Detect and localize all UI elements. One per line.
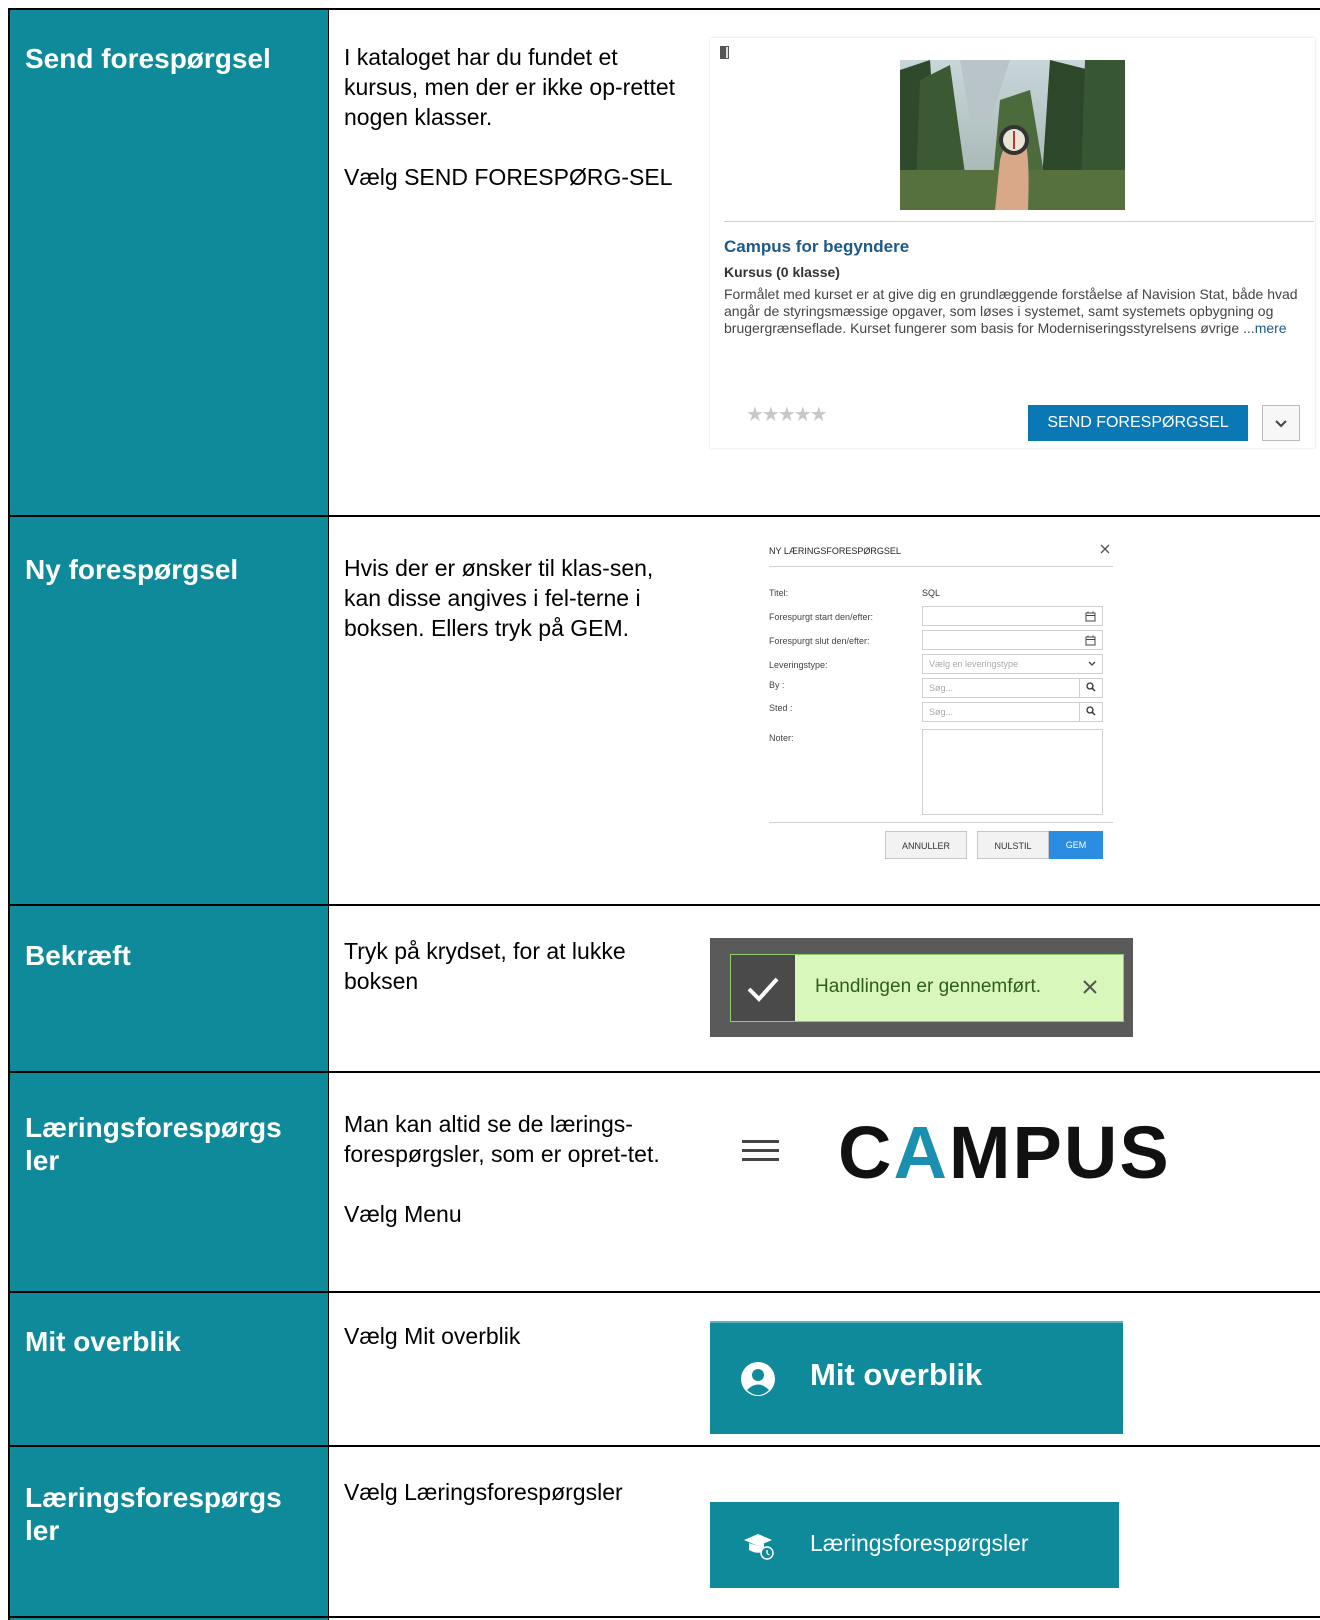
- graduation-cap-icon: [744, 1534, 774, 1560]
- course-description-text: Formålet med kurset er at give dig en gr…: [724, 286, 1298, 336]
- row-instruction: Vælg Mit overblik: [344, 1323, 521, 1349]
- row-instruction: Vælg Læringsforespørgsler: [344, 1479, 623, 1505]
- row-title: Læringsforespørgs ler: [25, 1482, 282, 1546]
- row-instruction: Tryk på krydset, for at lukke boksen: [344, 938, 626, 994]
- row-instruction: Man kan altid se de lærings-forespørgsle…: [344, 1111, 660, 1227]
- menu-item-mit-overblik[interactable]: Mit overblik: [710, 1321, 1123, 1434]
- book-icon: [720, 46, 729, 59]
- delivery-type-select[interactable]: Vælg en leveringstype: [922, 654, 1103, 674]
- cancel-button[interactable]: ANNULLER: [885, 831, 967, 859]
- campus-logo-rest: MPUS: [948, 1111, 1171, 1194]
- end-date-field[interactable]: [922, 630, 1103, 650]
- row-ny-forespoergsel: Ny forespørgsel Hvis der er ønsker til k…: [8, 515, 1320, 906]
- menu-item-label: Mit overblik: [810, 1357, 983, 1392]
- search-icon: [1086, 682, 1096, 692]
- campus-logo-a: A: [893, 1111, 949, 1194]
- city-label: By :: [769, 680, 785, 690]
- toast-icon-box: [731, 955, 795, 1021]
- row-title-cell: Læringsforespørgs ler: [8, 1447, 329, 1620]
- instruction-document: Send forespørgsel I kataloget har du fun…: [0, 0, 1320, 1620]
- row-title-cell: Læringsforespørgs ler: [8, 1073, 329, 1293]
- row-instruction: I kataloget har du fundet et kursus, men…: [344, 44, 676, 190]
- row-instruction: Hvis der er ønsker til klas-sen, kan dis…: [344, 555, 654, 641]
- more-link[interactable]: mere: [1255, 320, 1287, 336]
- toast-message-box: Handlingen er gennemført.: [730, 954, 1124, 1022]
- chevron-down-icon: [1275, 420, 1287, 428]
- place-search-button[interactable]: [1079, 703, 1102, 721]
- row-laeringsforespoergsler: Læringsforespørgs ler Vælg Læringsforesp…: [8, 1445, 1320, 1620]
- row-title: Bekræft: [25, 940, 131, 971]
- course-card: Campus for begyndere Kursus (0 klasse) F…: [710, 38, 1315, 448]
- notes-textarea[interactable]: [922, 729, 1103, 815]
- search-icon: [1086, 706, 1096, 716]
- calendar-icon[interactable]: [1085, 635, 1096, 646]
- row-title-cell: Send forespørgsel: [8, 10, 329, 517]
- row-title-cell: Ny forespørgsel: [8, 517, 329, 906]
- row-mit-overblik: Mit overblik Vælg Mit overblik: [8, 1291, 1320, 1447]
- rating-stars[interactable]: ★★★★★: [746, 402, 828, 427]
- user-circle-icon: [741, 1362, 775, 1396]
- campus-logo-c: C: [838, 1111, 894, 1194]
- delivery-type-placeholder: Vælg en leveringstype: [929, 659, 1019, 669]
- checkmark-icon: [747, 977, 779, 1002]
- toast-message: Handlingen er gennemført.: [815, 976, 1042, 997]
- title-value: SQL: [922, 588, 941, 598]
- hamburger-menu-icon[interactable]: [742, 1140, 779, 1162]
- success-toast: Handlingen er gennemført.: [710, 938, 1133, 1037]
- menu-item-label: Læringsforespørgsler: [810, 1530, 1029, 1556]
- course-description: Formålet med kurset er at give dig en gr…: [724, 286, 1312, 337]
- course-subtitle: Kursus (0 klasse): [724, 264, 840, 280]
- reset-button[interactable]: NULSTIL: [977, 831, 1049, 859]
- options-dropdown-button[interactable]: [1262, 405, 1300, 441]
- row-title: Ny forespørgsel: [25, 554, 239, 585]
- title-label: Titel:: [769, 588, 789, 598]
- city-placeholder: Søg...: [929, 683, 954, 693]
- chevron-down-icon: [1088, 661, 1096, 666]
- start-date-field[interactable]: [922, 606, 1103, 626]
- notes-label: Noter:: [769, 733, 794, 743]
- campus-logo: CAMPUS: [838, 1113, 1171, 1193]
- row-title: Mit overblik: [25, 1326, 181, 1357]
- close-icon[interactable]: [1081, 978, 1099, 996]
- dialog-title: NY LÆRINGSFORESPØRGSEL: [769, 546, 901, 556]
- delivery-type-label: Leveringstype:: [769, 660, 828, 670]
- dialog-footer-divider: [769, 822, 1113, 823]
- menu-item-laeringsforespoergsler[interactable]: Læringsforespørgsler: [710, 1502, 1119, 1588]
- learning-request-dialog: NY LÆRINGSFORESPØRGSEL Titel: SQL Foresp…: [765, 538, 1115, 868]
- row-title-cell: Bekræft: [8, 906, 329, 1073]
- city-search-input[interactable]: Søg...: [922, 678, 1103, 698]
- card-divider: [724, 221, 1314, 222]
- close-icon[interactable]: [1098, 542, 1112, 556]
- row-title: Send forespørgsel: [25, 43, 271, 74]
- send-request-button[interactable]: SEND FORESPØRGSEL: [1028, 405, 1248, 441]
- place-label: Sted :: [769, 703, 793, 713]
- start-date-label: Forespurgt start den/efter:: [769, 612, 874, 622]
- dialog-header-divider: [769, 566, 1113, 567]
- course-photo-compass-forest: [900, 60, 1125, 210]
- row-title-cell: Mit overblik: [8, 1293, 329, 1447]
- place-placeholder: Søg...: [929, 707, 954, 717]
- place-search-input[interactable]: Søg...: [922, 702, 1103, 722]
- city-search-button[interactable]: [1079, 679, 1102, 697]
- save-button[interactable]: GEM: [1049, 831, 1103, 859]
- row-title: Læringsforespørgs ler: [25, 1112, 282, 1176]
- course-title[interactable]: Campus for begyndere: [724, 237, 909, 257]
- end-date-label: Forespurgt slut den/efter:: [769, 636, 870, 646]
- calendar-icon[interactable]: [1085, 611, 1096, 622]
